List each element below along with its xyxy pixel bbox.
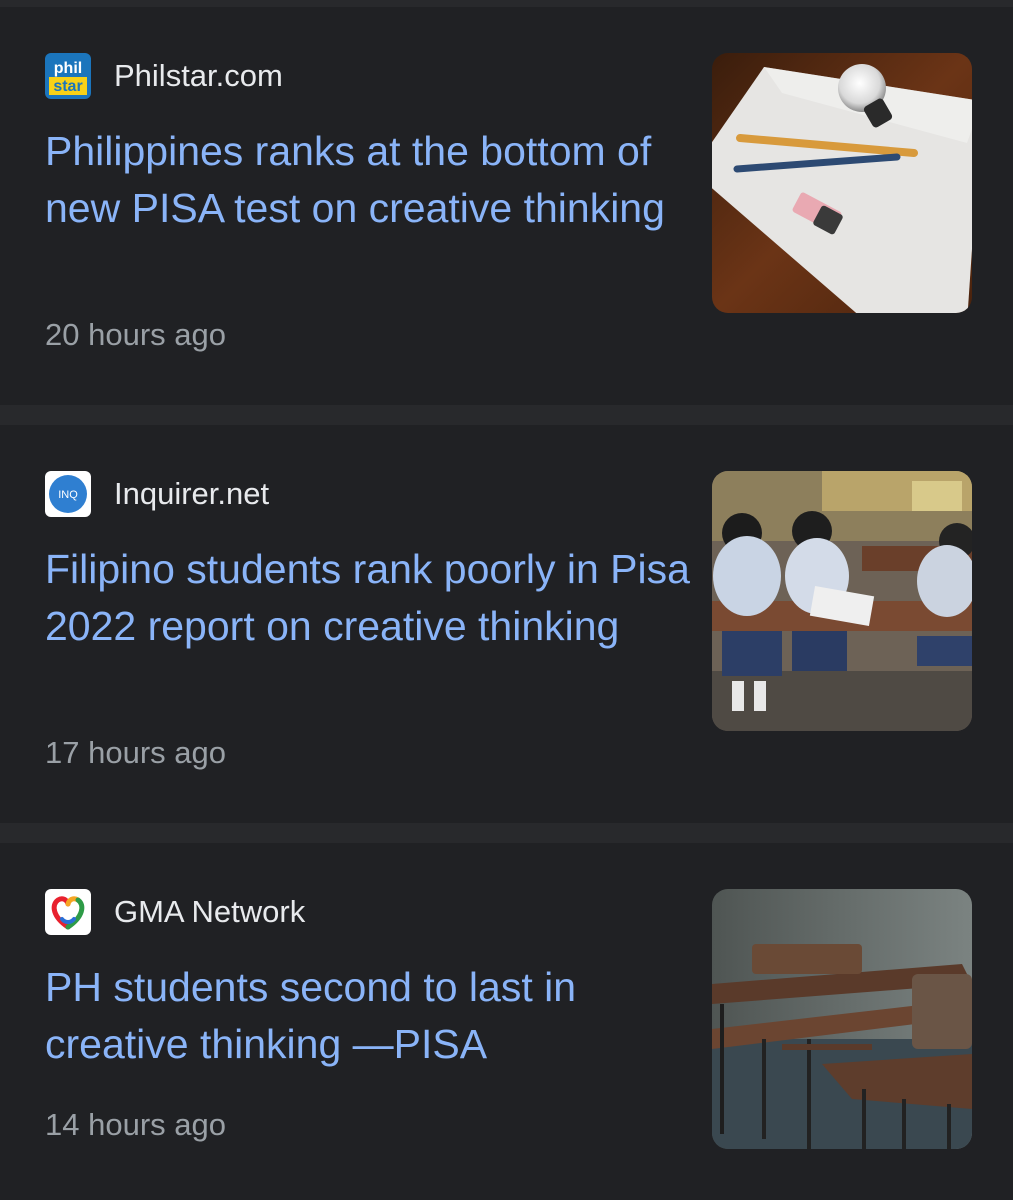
news-card-inquirer[interactable]: INQ Inquirer.net Filipino students rank … [0, 425, 1013, 823]
source-name: GMA Network [114, 894, 306, 929]
svg-text:star: star [53, 78, 82, 95]
article-time: 20 hours ago [45, 317, 226, 352]
news-source: INQ Inquirer.net [45, 471, 269, 517]
article-headline[interactable]: Philippines ranks at the bottom of new P… [45, 123, 695, 237]
news-card-philstar[interactable]: phil star Philstar.com Philippines ranks… [0, 7, 1013, 405]
news-card-gma[interactable]: GMA Network PH students second to last i… [0, 843, 1013, 1200]
article-headline[interactable]: Filipino students rank poorly in Pisa 20… [45, 541, 695, 655]
source-name: Inquirer.net [114, 476, 270, 511]
news-feed: phil star Philstar.com Philippines ranks… [0, 0, 1013, 1200]
article-time: 17 hours ago [45, 735, 226, 770]
inquirer-logo-icon: INQ [45, 471, 91, 517]
svg-text:phil: phil [54, 60, 82, 77]
svg-text:INQ: INQ [58, 489, 78, 501]
article-headline[interactable]: PH students second to last in creative t… [45, 959, 695, 1073]
gma-network-logo-icon [45, 889, 91, 935]
empty-classroom-desks-image [712, 889, 972, 1149]
source-name: Philstar.com [114, 58, 283, 93]
lightbulb-pencils-paper-image [712, 53, 972, 313]
article-time: 14 hours ago [45, 1107, 226, 1142]
news-source: GMA Network [45, 889, 305, 935]
philstar-logo-icon: phil star [45, 53, 91, 99]
news-source: phil star Philstar.com [45, 53, 283, 99]
students-classroom-image [712, 471, 972, 731]
